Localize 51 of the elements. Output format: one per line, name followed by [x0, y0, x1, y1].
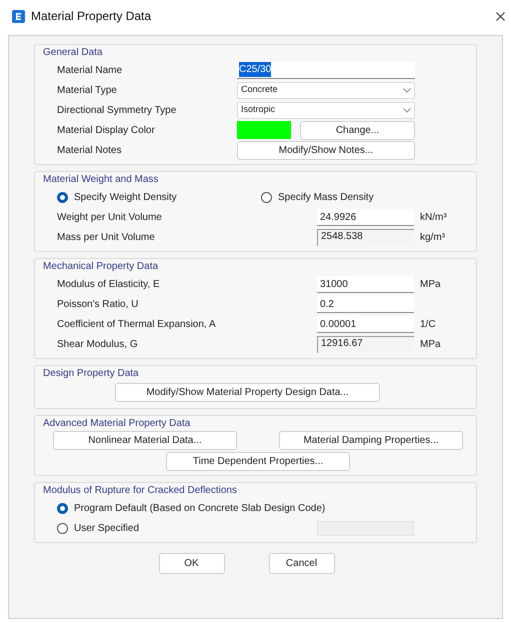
- group-title: Advanced Material Property Data: [43, 417, 190, 431]
- button[interactable]: OK: [158, 553, 224, 574]
- group-title: Design Property Data: [43, 367, 139, 381]
- button[interactable]: Modify/Show Material Property Design Data...: [115, 383, 380, 402]
- radio-button[interactable]: [57, 522, 68, 534]
- color-swatch[interactable]: [237, 121, 291, 139]
- group-title: Modulus of Rupture for Cracked Deflections: [43, 484, 237, 498]
- radio-label: Specify Weight Density: [74, 190, 177, 204]
- field-label: Material Display Color: [57, 124, 156, 138]
- radio-button[interactable]: [57, 192, 68, 202]
- chevron-down-icon: [403, 88, 411, 92]
- button[interactable]: Cancel: [268, 553, 334, 574]
- dropdown[interactable]: Concrete: [237, 82, 415, 98]
- close-icon[interactable]: [496, 12, 505, 20]
- input-field[interactable]: 0.00001: [317, 316, 414, 332]
- field-label: Material Notes: [57, 144, 122, 158]
- button[interactable]: Time Dependent Properties...: [166, 452, 350, 471]
- input-field[interactable]: C25/30: [237, 62, 415, 78]
- button[interactable]: Nonlinear Material Data...: [53, 431, 237, 450]
- window-title: Material Property Data: [31, 8, 152, 25]
- field-label: Modulus of Elasticity, E: [57, 278, 161, 292]
- unit-label: kg/m³: [420, 230, 445, 244]
- button[interactable]: Change...: [300, 120, 415, 140]
- unit-label: MPa: [420, 278, 441, 292]
- input-field[interactable]: 31000: [317, 276, 414, 292]
- radio-button[interactable]: [57, 502, 68, 514]
- field-label: Coefficient of Thermal Expansion, A: [57, 318, 217, 332]
- field-label: Poisson's Ratio, U: [57, 298, 140, 312]
- radio-label: Specify Mass Density: [278, 190, 374, 204]
- field-label: Material Name: [57, 64, 124, 78]
- group-title: Material Weight and Mass: [43, 173, 158, 187]
- field-label: Material Type: [57, 84, 118, 98]
- group-title: General Data: [43, 46, 102, 60]
- field-label: Shear Modulus, G: [57, 338, 139, 352]
- dropdown[interactable]: Isotropic: [237, 102, 415, 118]
- field-label: Mass per Unit Volume: [57, 230, 156, 244]
- input-field[interactable]: 24.9926: [317, 208, 414, 226]
- chevron-down-icon: [403, 108, 411, 112]
- input-field[interactable]: 0.2: [317, 296, 414, 312]
- radio-label: Program Default (Based on Concrete Slab Design Code): [74, 502, 326, 516]
- unit-label: kN/m³: [420, 210, 447, 224]
- group-title: Mechanical Property Data: [43, 260, 158, 274]
- radio-label: User Specified: [74, 522, 140, 536]
- radio-button[interactable]: [261, 192, 272, 202]
- app-logo-icon: [12, 10, 25, 22]
- field-label: Weight per Unit Volume: [57, 210, 163, 224]
- unit-label: 1/C: [420, 318, 436, 332]
- button[interactable]: Modify/Show Notes...: [237, 140, 415, 160]
- button[interactable]: Material Damping Properties...: [279, 431, 463, 450]
- unit-label: MPa: [420, 338, 441, 352]
- field-label: Directional Symmetry Type: [57, 104, 178, 118]
